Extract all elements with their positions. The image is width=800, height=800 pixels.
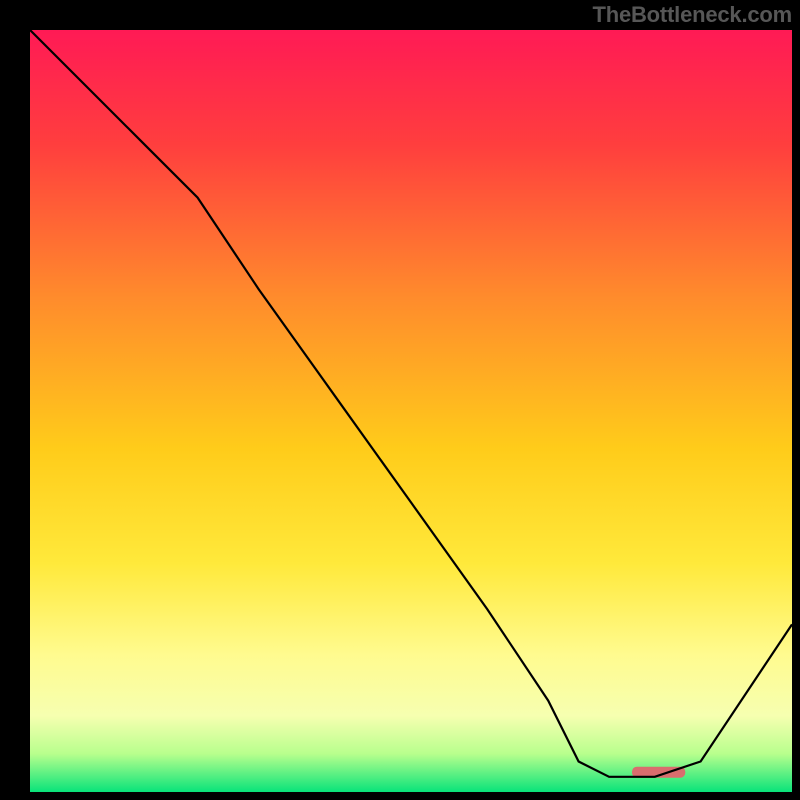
watermark-label: TheBottleneck.com [592,2,792,28]
chart-svg [30,30,792,792]
plot-area [30,30,792,792]
chart-frame: TheBottleneck.com [0,0,800,800]
